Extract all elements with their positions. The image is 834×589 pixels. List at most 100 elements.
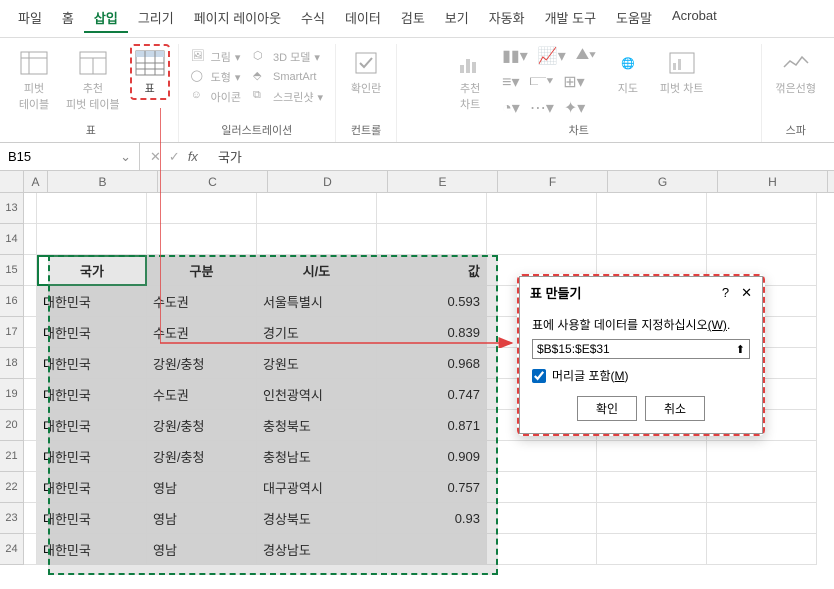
cell[interactable] bbox=[487, 534, 597, 565]
maps-button[interactable]: 🌐 지도 bbox=[606, 44, 650, 100]
help-icon[interactable]: ? bbox=[722, 285, 729, 301]
screenshot-button[interactable]: ⧉스크린샷 ▾ bbox=[249, 88, 327, 106]
cell[interactable]: 경기도 bbox=[257, 317, 377, 348]
cell[interactable]: 영남 bbox=[147, 503, 257, 534]
cancel-button[interactable]: 취소 bbox=[645, 396, 705, 421]
cell[interactable] bbox=[24, 255, 37, 286]
row-header[interactable]: 13 bbox=[0, 193, 24, 224]
pictures-button[interactable]: 🖼그림 ▾ bbox=[187, 48, 245, 66]
cell[interactable] bbox=[707, 472, 817, 503]
cell[interactable] bbox=[597, 441, 707, 472]
line-chart-icon[interactable]: 📈▾ bbox=[538, 46, 566, 66]
menu-데이터[interactable]: 데이터 bbox=[335, 4, 391, 33]
cell[interactable] bbox=[24, 224, 37, 255]
row-header[interactable]: 18 bbox=[0, 348, 24, 379]
cell[interactable]: 대한민국 bbox=[37, 410, 147, 441]
cell[interactable] bbox=[24, 472, 37, 503]
chevron-down-icon[interactable]: ⌄ bbox=[120, 149, 131, 165]
cell[interactable]: 0.93 bbox=[377, 503, 487, 534]
pie-chart-icon[interactable]: ◔▾ bbox=[502, 98, 520, 118]
cell[interactable] bbox=[24, 193, 37, 224]
cell[interactable] bbox=[377, 534, 487, 565]
column-chart-icon[interactable]: ▮▮▾ bbox=[502, 46, 528, 66]
cell[interactable]: 경상북도 bbox=[257, 503, 377, 534]
cell[interactable]: 0.968 bbox=[377, 348, 487, 379]
cell[interactable]: 대한민국 bbox=[37, 286, 147, 317]
cell[interactable] bbox=[597, 472, 707, 503]
bar-chart-icon[interactable]: ≡▾ bbox=[502, 72, 519, 92]
table-button[interactable]: 표 bbox=[130, 44, 170, 100]
cell[interactable]: 대구광역시 bbox=[257, 472, 377, 503]
cell[interactable] bbox=[597, 503, 707, 534]
cell[interactable] bbox=[24, 441, 37, 472]
row-header[interactable]: 14 bbox=[0, 224, 24, 255]
cell[interactable] bbox=[707, 441, 817, 472]
cell[interactable] bbox=[24, 534, 37, 565]
menu-검토[interactable]: 검토 bbox=[391, 4, 435, 33]
row-header[interactable]: 19 bbox=[0, 379, 24, 410]
cell[interactable]: 대한민국 bbox=[37, 503, 147, 534]
menu-개발 도구[interactable]: 개발 도구 bbox=[535, 4, 606, 33]
recommended-charts-button[interactable]: 추천 차트 bbox=[448, 44, 492, 116]
cell[interactable]: 강원/충청 bbox=[147, 410, 257, 441]
col-header-G[interactable]: G bbox=[608, 171, 718, 192]
cell[interactable]: 경상남도 bbox=[257, 534, 377, 565]
range-input[interactable] bbox=[537, 342, 736, 356]
cell[interactable]: 0.909 bbox=[377, 441, 487, 472]
3d-models-button[interactable]: ⬡3D 모델 ▾ bbox=[249, 48, 327, 66]
stat-chart-icon[interactable]: ⫍▾ bbox=[530, 72, 554, 92]
cell[interactable]: 대한민국 bbox=[37, 441, 147, 472]
cell[interactable]: 강원/충청 bbox=[147, 441, 257, 472]
recommended-pivot-button[interactable]: 추천 피벗 테이블 bbox=[60, 44, 126, 116]
cell[interactable]: 충청남도 bbox=[257, 441, 377, 472]
cell[interactable] bbox=[147, 224, 257, 255]
row-header[interactable]: 24 bbox=[0, 534, 24, 565]
smartart-button[interactable]: ⬘SmartArt bbox=[249, 68, 327, 86]
cell[interactable] bbox=[147, 193, 257, 224]
col-header-C[interactable]: C bbox=[158, 171, 268, 192]
pivot-table-button[interactable]: 피벗 테이블 bbox=[12, 44, 56, 116]
combo-chart-icon[interactable]: ⊞▾ bbox=[563, 72, 584, 92]
row-header[interactable]: 16 bbox=[0, 286, 24, 317]
cell[interactable] bbox=[597, 534, 707, 565]
has-headers-checkbox[interactable] bbox=[532, 369, 546, 383]
menu-Acrobat[interactable]: Acrobat bbox=[662, 4, 727, 33]
cell[interactable] bbox=[24, 503, 37, 534]
line-sparkline-button[interactable]: 꺾은선형 bbox=[770, 44, 822, 100]
cell[interactable]: 구분 bbox=[147, 255, 257, 286]
cell[interactable]: 0.757 bbox=[377, 472, 487, 503]
col-header-F[interactable]: F bbox=[498, 171, 608, 192]
cell[interactable] bbox=[707, 193, 817, 224]
cell[interactable] bbox=[487, 441, 597, 472]
cell[interactable] bbox=[707, 503, 817, 534]
shapes-button[interactable]: ◯도형 ▾ bbox=[187, 68, 245, 86]
cell[interactable] bbox=[487, 472, 597, 503]
cell[interactable] bbox=[37, 193, 147, 224]
menu-홈[interactable]: 홈 bbox=[52, 4, 84, 33]
collapse-dialog-icon[interactable]: ⬆ bbox=[736, 343, 745, 356]
cell[interactable] bbox=[487, 224, 597, 255]
pivot-chart-button[interactable]: 피벗 차트 bbox=[654, 44, 710, 100]
col-header-E[interactable]: E bbox=[388, 171, 498, 192]
cell[interactable] bbox=[24, 410, 37, 441]
cell[interactable]: 인천광역시 bbox=[257, 379, 377, 410]
cell[interactable]: 0.839 bbox=[377, 317, 487, 348]
col-header-H[interactable]: H bbox=[718, 171, 828, 192]
menu-도움말[interactable]: 도움말 bbox=[606, 4, 662, 33]
menu-페이지 레이아웃[interactable]: 페이지 레이아웃 bbox=[184, 4, 291, 33]
fx-icon[interactable]: fx bbox=[188, 149, 198, 164]
cell[interactable]: 수도권 bbox=[147, 317, 257, 348]
cell[interactable] bbox=[487, 193, 597, 224]
checkbox-control-button[interactable]: 확인란 bbox=[344, 44, 388, 100]
cell[interactable]: 0.593 bbox=[377, 286, 487, 317]
col-header-A[interactable]: A bbox=[24, 171, 48, 192]
menu-보기[interactable]: 보기 bbox=[435, 4, 479, 33]
row-header[interactable]: 17 bbox=[0, 317, 24, 348]
cell[interactable] bbox=[257, 224, 377, 255]
cell[interactable]: 영남 bbox=[147, 534, 257, 565]
cell[interactable]: 강원/충청 bbox=[147, 348, 257, 379]
cell[interactable]: 충청북도 bbox=[257, 410, 377, 441]
menu-수식[interactable]: 수식 bbox=[291, 4, 335, 33]
cell[interactable]: 영남 bbox=[147, 472, 257, 503]
radar-chart-icon[interactable]: ✦▾ bbox=[564, 98, 585, 118]
